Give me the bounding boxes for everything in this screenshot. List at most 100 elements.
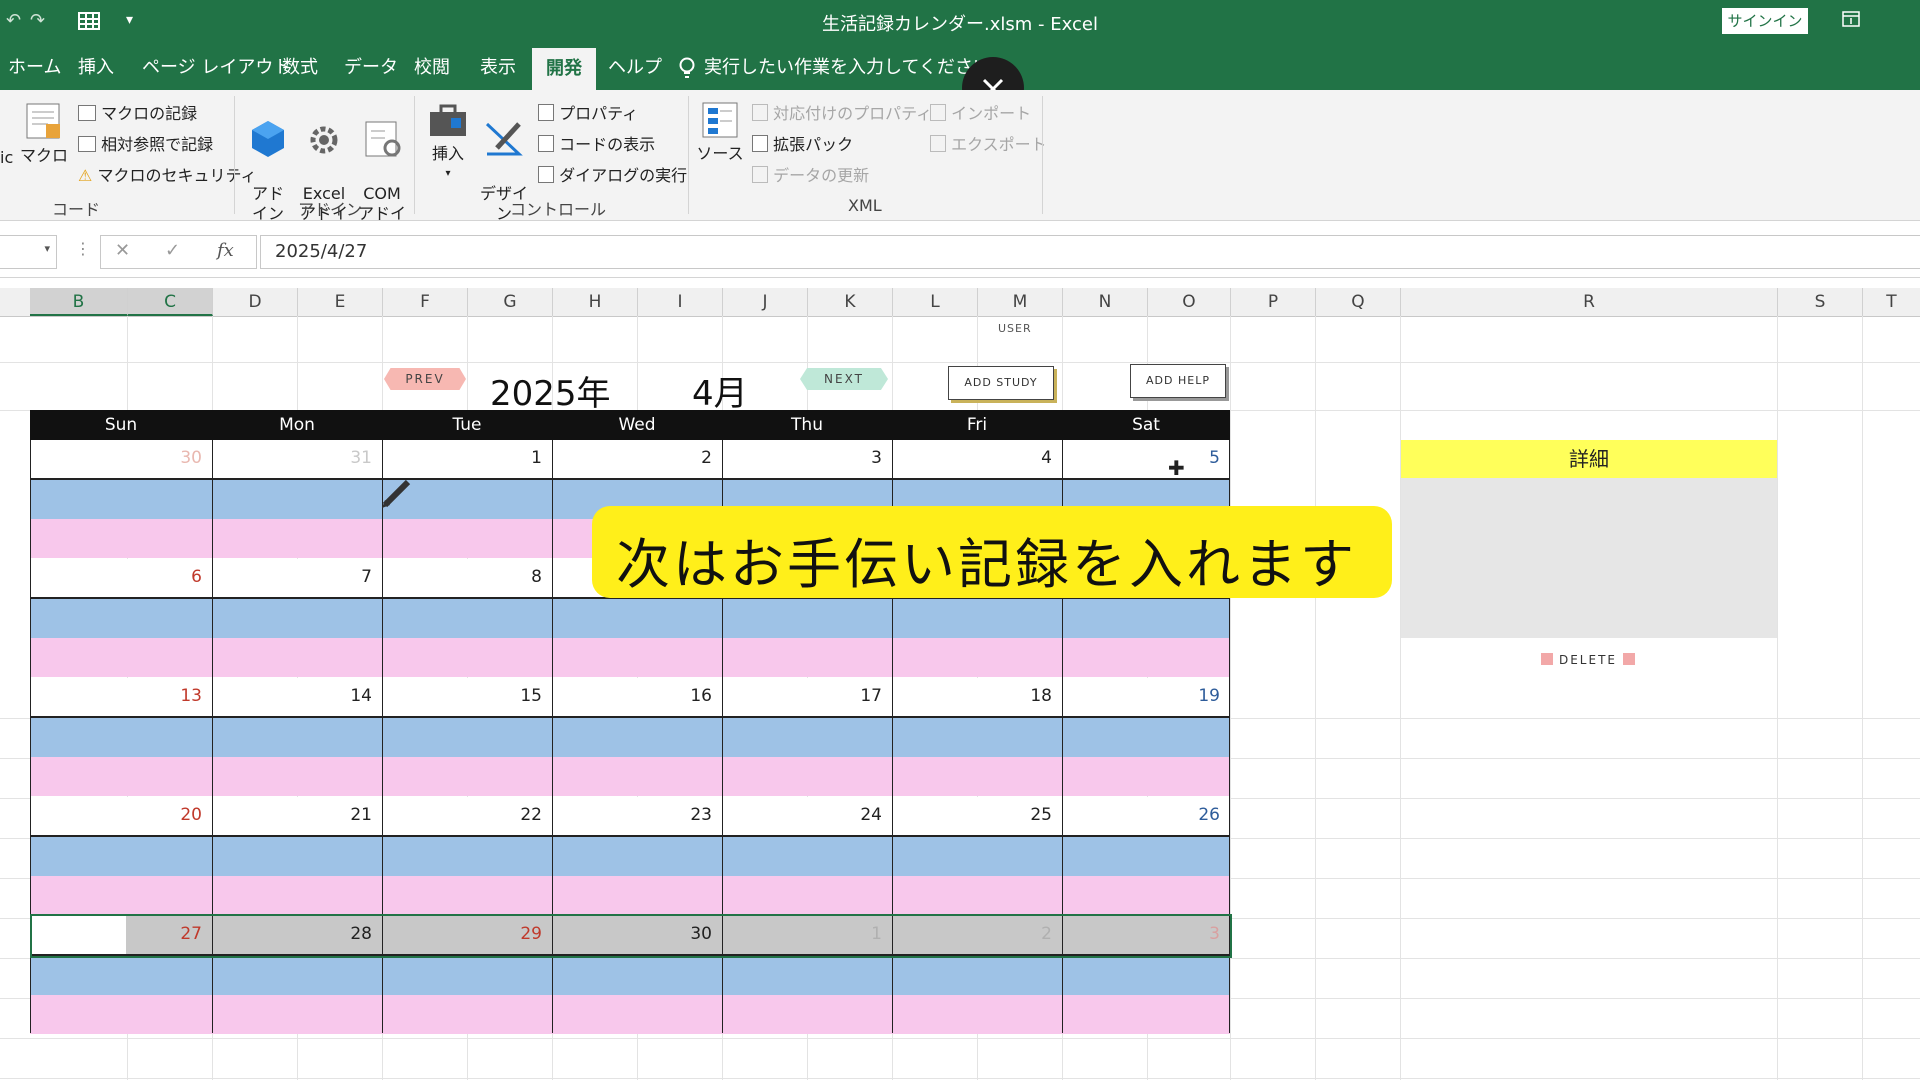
macro-security-button[interactable]: ⚠ マクロのセキュリティ	[78, 162, 256, 186]
calendar-day-number[interactable]: 14	[332, 686, 372, 706]
calendar-day-number[interactable]: 13	[162, 686, 202, 706]
tell-me-input[interactable]: 実行したい作業を入力してください	[704, 43, 991, 90]
calendar-help-row[interactable]	[30, 876, 1230, 915]
import-button[interactable]: インポート	[930, 100, 1031, 124]
calendar-day-number[interactable]: 8	[502, 567, 542, 587]
excel-addin-button[interactable]: Excel アドイン	[296, 98, 352, 244]
calendar-day-number[interactable]: 30	[162, 448, 202, 468]
vba-button-label[interactable]: ic	[0, 148, 13, 167]
column-header-T[interactable]: T	[1863, 288, 1920, 316]
customize-qat-icon[interactable]: ▾	[126, 12, 133, 28]
calendar-day-number[interactable]: 7	[332, 567, 372, 587]
design-mode-button[interactable]: デザイン モード	[476, 98, 532, 244]
detail-panel-body[interactable]	[1401, 478, 1777, 638]
calendar-study-row[interactable]	[30, 956, 1230, 995]
calendar-day-number[interactable]: 16	[672, 686, 712, 706]
column-header-H[interactable]: H	[553, 288, 638, 316]
refresh-data-button[interactable]: データの更新	[752, 162, 869, 186]
column-header-E[interactable]: E	[298, 288, 383, 316]
record-macro-button[interactable]: マクロの記録	[78, 100, 197, 124]
column-header-J[interactable]: J	[723, 288, 808, 316]
import-icon	[930, 104, 946, 121]
insert-function-icon[interactable]: fx	[217, 240, 234, 261]
run-dialog-button[interactable]: ダイアログの実行	[538, 162, 687, 186]
undo-icon[interactable]: ↶	[6, 10, 21, 31]
cancel-icon[interactable]: ✕	[115, 240, 130, 261]
add-study-button[interactable]: ADD STUDY	[948, 366, 1054, 400]
calendar-day-number[interactable]: 19	[1180, 686, 1220, 706]
tab-home[interactable]: ホーム	[8, 43, 61, 90]
formula-input[interactable]: 2025/4/27	[260, 235, 1920, 269]
source-button[interactable]: ソース	[694, 100, 746, 164]
column-header-K[interactable]: K	[808, 288, 893, 316]
column-header-G[interactable]: G	[468, 288, 553, 316]
calendar-day-number[interactable]: 26	[1180, 805, 1220, 825]
prev-button[interactable]: PREV	[384, 368, 466, 390]
tab-page-layout[interactable]: ページ レイアウト	[142, 43, 291, 90]
export-button[interactable]: エクスポート	[930, 131, 1047, 155]
com-addin-button[interactable]: COM アドイン	[354, 98, 410, 244]
calendar-day-number[interactable]: 17	[842, 686, 882, 706]
addin-button[interactable]: アド イン	[244, 98, 292, 224]
tab-help[interactable]: ヘルプ	[608, 43, 662, 90]
calendar-day-number[interactable]: 25	[1012, 805, 1052, 825]
calendar-day-number[interactable]: 1	[502, 448, 542, 468]
table-icon[interactable]	[78, 12, 100, 34]
column-header-B[interactable]: B	[30, 288, 128, 316]
calendar-help-row[interactable]	[30, 638, 1230, 677]
column-header-D[interactable]: D	[213, 288, 298, 316]
tab-formulas[interactable]: 数式	[282, 43, 318, 90]
calendar-day-number[interactable]: 31	[332, 448, 372, 468]
calendar-study-row[interactable]	[30, 837, 1230, 876]
column-header-P[interactable]: P	[1231, 288, 1316, 316]
calendar-day-number[interactable]: 4	[1012, 448, 1052, 468]
relative-ref-button[interactable]: 相対参照で記録	[78, 131, 213, 155]
column-header-S[interactable]: S	[1778, 288, 1863, 316]
tab-developer[interactable]: 開発	[532, 48, 596, 90]
enter-icon[interactable]: ✓	[165, 240, 180, 261]
calendar-day-number[interactable]: 15	[502, 686, 542, 706]
calendar-day-number[interactable]: 2	[672, 448, 712, 468]
calendar-help-row[interactable]	[30, 995, 1230, 1034]
calendar-help-row[interactable]	[30, 757, 1230, 796]
tab-review[interactable]: 校閲	[414, 43, 450, 90]
tab-data[interactable]: データ	[344, 43, 398, 90]
calendar-day-number[interactable]: 22	[502, 805, 542, 825]
column-header-I[interactable]: I	[638, 288, 723, 316]
signin-button[interactable]: サインイン	[1722, 8, 1808, 34]
tab-view[interactable]: 表示	[480, 43, 516, 90]
column-header-M[interactable]: M	[978, 288, 1063, 316]
calendar-study-row[interactable]	[30, 599, 1230, 638]
calendar-day-number[interactable]: 3	[842, 448, 882, 468]
add-help-button[interactable]: ADD HELP	[1130, 364, 1226, 398]
delete-button[interactable]: DELETE	[1536, 650, 1640, 670]
column-header-L[interactable]: L	[893, 288, 978, 316]
calendar-day-number[interactable]: 24	[842, 805, 882, 825]
map-properties-button[interactable]: 対応付けのプロパティ	[752, 100, 932, 124]
column-header-C[interactable]: C	[128, 288, 213, 316]
column-header-F[interactable]: F	[383, 288, 468, 316]
gear-icon	[310, 126, 338, 154]
column-header-N[interactable]: N	[1063, 288, 1148, 316]
calendar-day-number[interactable]: 6	[162, 567, 202, 587]
insert-control-button[interactable]: 挿入 ▾	[420, 98, 476, 184]
redo-icon[interactable]: ↷	[30, 10, 45, 31]
calendar-day-number[interactable]: 21	[332, 805, 372, 825]
tab-insert[interactable]: 挿入	[78, 43, 114, 90]
name-box[interactable]: ▾	[0, 235, 57, 269]
calendar-study-row[interactable]	[30, 718, 1230, 757]
column-header-R[interactable]: R	[1401, 288, 1778, 316]
macro-button[interactable]: マクロ	[20, 100, 68, 166]
expansion-packs-button[interactable]: 拡張パック	[752, 131, 853, 155]
next-button[interactable]: NEXT	[800, 368, 888, 390]
properties-button[interactable]: プロパティ	[538, 100, 638, 124]
ribbon-display-icon[interactable]	[1842, 11, 1860, 31]
calendar-day-number[interactable]: 5	[1180, 448, 1220, 468]
more-options-icon[interactable]: ⋮	[75, 239, 91, 258]
calendar-day-number[interactable]: 23	[672, 805, 712, 825]
calendar-day-number[interactable]: 20	[162, 805, 202, 825]
column-header-O[interactable]: O	[1148, 288, 1231, 316]
view-code-button[interactable]: コードの表示	[538, 131, 655, 155]
column-header-Q[interactable]: Q	[1316, 288, 1401, 316]
calendar-day-number[interactable]: 18	[1012, 686, 1052, 706]
